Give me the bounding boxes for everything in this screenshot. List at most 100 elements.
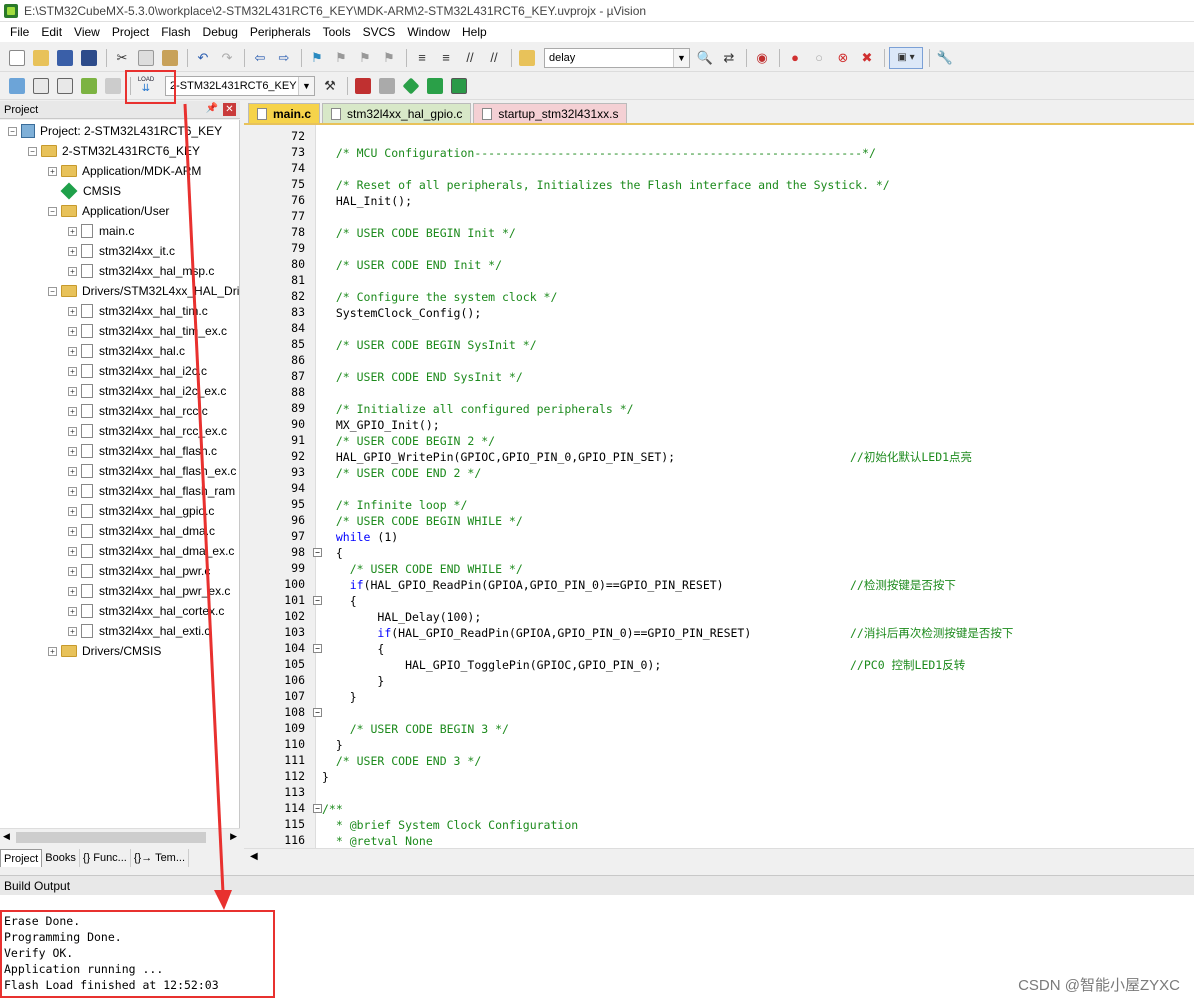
save-icon[interactable]: [54, 47, 76, 69]
expand-icon[interactable]: +: [68, 427, 77, 436]
tree-file[interactable]: +stm32l4xx_hal_flash_ram: [68, 481, 235, 501]
select-packs-icon[interactable]: [424, 75, 446, 97]
scroll-left-icon[interactable]: ◀: [3, 831, 10, 842]
nav-forward-icon[interactable]: ⇨: [273, 47, 295, 69]
menu-file[interactable]: File: [4, 22, 35, 42]
tab-main-c[interactable]: main.c: [248, 103, 320, 123]
pack-installer-icon[interactable]: [400, 75, 422, 97]
incremental-find-icon[interactable]: ⇄: [718, 47, 740, 69]
manage-components-icon[interactable]: [376, 75, 398, 97]
breakpoint-icon[interactable]: ●: [784, 47, 806, 69]
tree-file[interactable]: +stm32l4xx_hal_dma.c: [68, 521, 215, 541]
open-folder-icon[interactable]: [30, 47, 52, 69]
expand-icon[interactable]: +: [68, 607, 77, 616]
file-extensions-icon[interactable]: [352, 75, 374, 97]
tree-file[interactable]: +stm32l4xx_hal_cortex.c: [68, 601, 224, 621]
scroll-thumb[interactable]: [16, 832, 206, 843]
fold-marker-icon[interactable]: −: [313, 708, 322, 717]
configure-icon[interactable]: 🔧: [934, 47, 956, 69]
new-file-icon[interactable]: [6, 47, 28, 69]
undo-icon[interactable]: ↶: [192, 47, 214, 69]
tree-file[interactable]: +stm32l4xx_hal.c: [68, 341, 185, 361]
scroll-left-icon[interactable]: ◀: [250, 851, 258, 862]
menu-tools[interactable]: Tools: [317, 22, 357, 42]
stop-build-icon[interactable]: [102, 75, 124, 97]
fold-marker-icon[interactable]: −: [313, 596, 322, 605]
menu-window[interactable]: Window: [401, 22, 456, 42]
expand-icon[interactable]: +: [68, 447, 77, 456]
tree-file[interactable]: +stm32l4xx_hal_dma_ex.c: [68, 541, 234, 561]
tree-root[interactable]: − Project: 2-STM32L431RCT6_KEY: [8, 121, 222, 141]
expand-icon[interactable]: +: [48, 647, 57, 656]
tab-books[interactable]: Books: [42, 849, 80, 867]
tree-file[interactable]: +stm32l4xx_hal_gpio.c: [68, 501, 214, 521]
menu-peripherals[interactable]: Peripherals: [244, 22, 317, 42]
comment-icon[interactable]: //: [459, 47, 481, 69]
paste-icon[interactable]: [159, 47, 181, 69]
bookmark-icon[interactable]: ⚑: [306, 47, 328, 69]
tree-file[interactable]: +stm32l4xx_hal_pwr.c: [68, 561, 210, 581]
tree-file[interactable]: +stm32l4xx_hal_tim.c: [68, 301, 208, 321]
target-select[interactable]: 2-STM32L431RCT6_KEY ▼: [165, 76, 315, 96]
code-area[interactable]: /* MCU Configuration--------------------…: [322, 125, 1194, 848]
group-drivers-cmsis[interactable]: + Drivers/CMSIS: [48, 641, 161, 661]
tree-file[interactable]: +stm32l4xx_hal_rcc.c: [68, 401, 208, 421]
cut-icon[interactable]: ✂: [111, 47, 133, 69]
unindent-icon[interactable]: ≡: [435, 47, 457, 69]
build-icon[interactable]: [30, 75, 52, 97]
tree-target[interactable]: − 2-STM32L431RCT6_KEY: [28, 141, 200, 161]
tab-startup-s[interactable]: startup_stm32l431xx.s: [473, 103, 627, 123]
expand-icon[interactable]: +: [68, 527, 77, 536]
collapse-icon[interactable]: −: [48, 207, 57, 216]
indent-icon[interactable]: ≡: [411, 47, 433, 69]
menu-svcs[interactable]: SVCS: [357, 22, 402, 42]
save-all-icon[interactable]: [78, 47, 100, 69]
tree-file[interactable]: +stm32l4xx_hal_msp.c: [68, 261, 214, 281]
rebuild-icon[interactable]: [54, 75, 76, 97]
expand-icon[interactable]: +: [68, 347, 77, 356]
tree-file[interactable]: +stm32l4xx_hal_flash.c: [68, 441, 217, 461]
expand-icon[interactable]: +: [68, 487, 77, 496]
kill-breakpoints-icon[interactable]: ✖: [856, 47, 878, 69]
scroll-right-icon[interactable]: ▶: [230, 831, 237, 842]
expand-icon[interactable]: +: [68, 547, 77, 556]
expand-icon[interactable]: +: [68, 507, 77, 516]
project-horizontal-scrollbar[interactable]: ◀ ▶: [0, 828, 240, 845]
debug-session-icon[interactable]: ◉: [751, 47, 773, 69]
disable-all-breakpoints-icon[interactable]: ⊗: [832, 47, 854, 69]
tree-file[interactable]: +stm32l4xx_it.c: [68, 241, 175, 261]
expand-icon[interactable]: +: [68, 567, 77, 576]
tree-file[interactable]: +stm32l4xx_hal_tim_ex.c: [68, 321, 227, 341]
group-drivers-hal[interactable]: − Drivers/STM32L4xx_HAL_Driv: [48, 281, 240, 301]
expand-icon[interactable]: +: [68, 327, 77, 336]
expand-icon[interactable]: +: [68, 267, 77, 276]
expand-icon[interactable]: +: [68, 367, 77, 376]
clear-bookmarks-icon[interactable]: ⚑: [378, 47, 400, 69]
editor-horizontal-scrollbar[interactable]: ◀: [244, 848, 1194, 866]
window-layout-icon[interactable]: ▣ ▾: [889, 47, 923, 69]
expand-icon[interactable]: +: [48, 167, 57, 176]
redo-icon[interactable]: ↷: [216, 47, 238, 69]
group-application-user[interactable]: − Application/User: [48, 201, 169, 221]
code-editor[interactable]: 7273747576777879808182838485868788899091…: [244, 123, 1194, 848]
next-bookmark-icon[interactable]: ⚑: [354, 47, 376, 69]
nav-back-icon[interactable]: ⇦: [249, 47, 271, 69]
tree-file[interactable]: +stm32l4xx_hal_exti.c: [68, 621, 210, 641]
expand-icon[interactable]: +: [68, 627, 77, 636]
find-in-files-icon[interactable]: [516, 47, 538, 69]
disable-breakpoint-icon[interactable]: ○: [808, 47, 830, 69]
expand-icon[interactable]: +: [68, 407, 77, 416]
run-time-env-icon[interactable]: [448, 75, 470, 97]
menu-flash[interactable]: Flash: [155, 22, 196, 42]
copy-icon[interactable]: [135, 47, 157, 69]
fold-marker-icon[interactable]: −: [313, 548, 322, 557]
prev-bookmark-icon[interactable]: ⚑: [330, 47, 352, 69]
tab-functions[interactable]: {} Func...: [80, 849, 131, 867]
find-icon[interactable]: 🔍: [694, 47, 716, 69]
fold-marker-icon[interactable]: −: [313, 804, 322, 813]
tree-file[interactable]: +stm32l4xx_hal_rcc_ex.c: [68, 421, 227, 441]
menu-project[interactable]: Project: [106, 22, 155, 42]
batch-build-icon[interactable]: [78, 75, 100, 97]
collapse-icon[interactable]: −: [48, 287, 57, 296]
expand-icon[interactable]: +: [68, 387, 77, 396]
